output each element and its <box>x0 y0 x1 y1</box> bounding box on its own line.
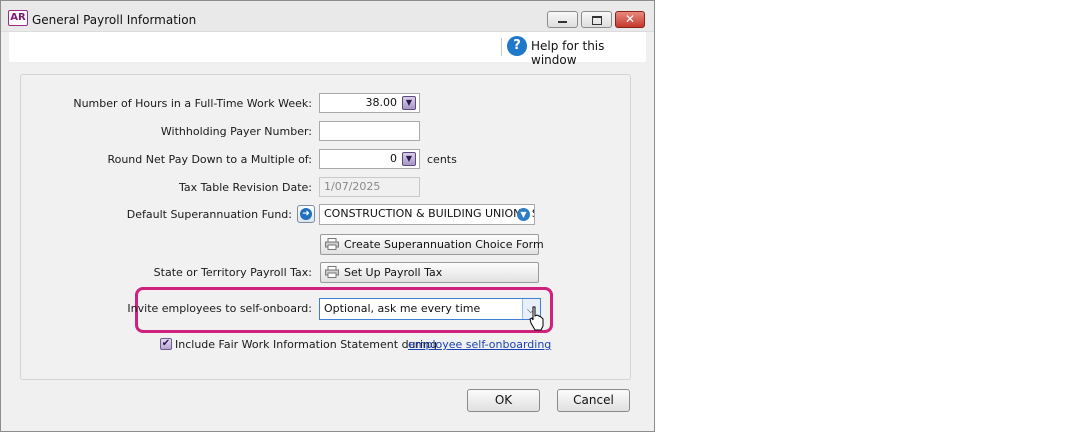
title-bar: AR General Payroll Information ✕ <box>1 1 654 32</box>
ok-button[interactable]: OK <box>467 389 540 412</box>
close-icon: ✕ <box>624 12 636 26</box>
super-fund-value: CONSTRUCTION & BUILDING UNIONS S <box>324 207 535 220</box>
self-onboard-value: Optional, ask me every time <box>324 302 481 315</box>
self-onboard-select[interactable]: Optional, ask me every time ⌵ <box>319 298 541 320</box>
fair-work-checkbox[interactable]: ✔ <box>160 338 172 350</box>
maximize-icon <box>592 16 602 25</box>
cancel-button[interactable]: Cancel <box>557 389 630 412</box>
help-link[interactable]: Help for this window <box>531 39 646 67</box>
self-onboard-label: Invite employees to self-onboard: <box>127 302 312 315</box>
round-net-pay-dropdown-icon[interactable]: ▼ <box>402 152 416 166</box>
arrow-right-icon: ➜ <box>300 208 312 220</box>
super-fund-dropdown-icon[interactable]: ▼ <box>517 208 530 221</box>
super-fund-details-button[interactable]: ➜ <box>297 205 315 223</box>
create-super-choice-form-button[interactable]: Create Superannuation Choice Form <box>320 234 544 255</box>
printer-icon <box>325 266 339 278</box>
super-fund-combo[interactable]: CONSTRUCTION & BUILDING UNIONS S <box>319 204 535 225</box>
round-net-pay-label: Round Net Pay Down to a Multiple of: <box>107 153 312 166</box>
app-logo-icon: AR <box>8 10 28 26</box>
printer-icon <box>325 238 339 250</box>
help-bar: ? Help for this window <box>9 32 646 67</box>
set-up-payroll-tax-button[interactable]: Set Up Payroll Tax <box>320 262 539 283</box>
create-super-choice-form-label: Create Superannuation Choice Form <box>344 238 544 251</box>
employee-self-onboarding-link[interactable]: employee self-onboarding <box>408 338 551 351</box>
round-net-pay-value: 0 <box>390 152 397 165</box>
mouse-cursor-icon <box>529 306 544 331</box>
settings-panel <box>20 74 631 380</box>
help-divider <box>501 38 502 56</box>
payer-number-label: Withholding Payer Number: <box>160 125 312 138</box>
payer-number-field[interactable] <box>319 121 420 141</box>
maximize-button[interactable] <box>581 11 612 28</box>
tax-table-date-field: 1/07/2025 <box>319 177 420 197</box>
fair-work-label: Include Fair Work Information Statement … <box>175 338 438 351</box>
close-button[interactable]: ✕ <box>615 11 645 28</box>
minimize-icon <box>558 21 567 23</box>
hours-label: Number of Hours in a Full-Time Work Week… <box>73 97 312 110</box>
set-up-payroll-tax-label: Set Up Payroll Tax <box>344 266 443 279</box>
hours-dropdown-icon[interactable]: ▼ <box>402 96 416 110</box>
payroll-tax-label: State or Territory Payroll Tax: <box>153 266 312 279</box>
minimize-button[interactable] <box>547 11 578 28</box>
super-fund-label: Default Superannuation Fund: <box>126 208 292 221</box>
window-title: General Payroll Information <box>32 13 197 27</box>
hours-value: 38.00 <box>365 96 398 109</box>
cents-unit-label: cents <box>427 153 457 166</box>
tax-table-label: Tax Table Revision Date: <box>178 181 312 194</box>
help-icon[interactable]: ? <box>507 36 527 56</box>
